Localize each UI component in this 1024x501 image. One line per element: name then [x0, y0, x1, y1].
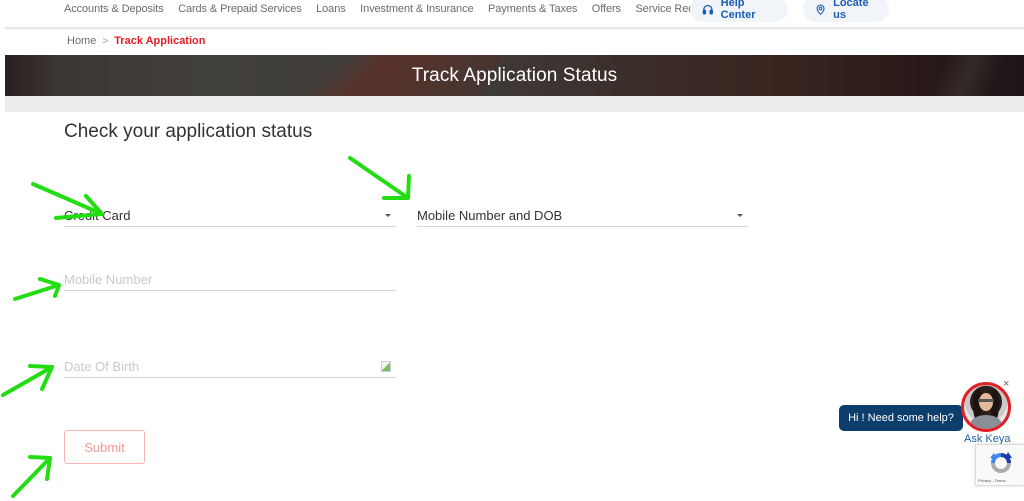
- breadcrumb: Home > Track Application: [67, 35, 205, 47]
- top-navigation: Accounts & Deposits Cards & Prepaid Serv…: [0, 0, 1024, 27]
- nav-item-offers[interactable]: Offers: [592, 3, 621, 15]
- product-type-select[interactable]: Credit Card: [64, 205, 396, 227]
- avatar-body: [970, 415, 1002, 429]
- breadcrumb-separator-icon: >: [102, 35, 109, 47]
- page-banner: Track Application Status: [5, 55, 1024, 96]
- annotation-arrow-mode-select: [348, 156, 411, 200]
- banner-underlay: [5, 96, 1024, 112]
- nav-divider: [5, 27, 1024, 30]
- breadcrumb-current: Track Application: [114, 35, 206, 47]
- nav-item-investment-insurance[interactable]: Investment & Insurance: [360, 3, 473, 15]
- product-type-value: Credit Card: [64, 208, 131, 223]
- annotation-arrow-submit: [11, 455, 52, 498]
- verification-mode-select[interactable]: Mobile Number and DOB: [417, 205, 748, 227]
- page-title: Track Application Status: [411, 65, 618, 86]
- headset-icon: [702, 4, 714, 15]
- form-title: Check your application status: [64, 121, 313, 142]
- nav-item-accounts-deposits[interactable]: Accounts & Deposits: [64, 3, 164, 15]
- location-pin-icon: [816, 3, 825, 15]
- verification-mode-value: Mobile Number and DOB: [417, 208, 563, 223]
- locate-us-label: Locate us: [833, 0, 869, 21]
- locate-us-button[interactable]: Locate us: [803, 0, 889, 22]
- chevron-down-icon: [385, 214, 391, 217]
- help-center-button[interactable]: Help Center: [690, 0, 788, 22]
- close-chat-icon[interactable]: ×: [1003, 378, 1009, 390]
- submit-button[interactable]: Submit: [64, 430, 145, 464]
- recaptcha-terms[interactable]: Privacy - Terms: [978, 478, 1005, 483]
- date-of-birth-input[interactable]: [64, 356, 396, 378]
- chevron-down-icon: [737, 214, 743, 217]
- nav-item-payments-taxes[interactable]: Payments & Taxes: [488, 3, 577, 15]
- avatar-face: [979, 393, 993, 411]
- recaptcha-icon: [990, 452, 1012, 473]
- annotation-arrow-dob-input: [1, 364, 54, 397]
- help-center-label: Help Center: [720, 0, 756, 21]
- main-menu: Accounts & Deposits Cards & Prepaid Serv…: [64, 3, 729, 15]
- avatar-glasses: [978, 399, 994, 402]
- recaptcha-badge[interactable]: Privacy - Terms: [975, 444, 1024, 486]
- breadcrumb-home[interactable]: Home: [67, 35, 96, 47]
- nav-item-loans[interactable]: Loans: [316, 3, 346, 15]
- chat-prompt-bubble[interactable]: Hi ! Need some help?: [839, 405, 963, 431]
- nav-item-cards-prepaid[interactable]: Cards & Prepaid Services: [178, 3, 302, 15]
- annotation-arrow-mobile-input: [13, 277, 61, 301]
- calendar-icon[interactable]: [381, 361, 391, 372]
- mobile-number-input[interactable]: [64, 269, 396, 291]
